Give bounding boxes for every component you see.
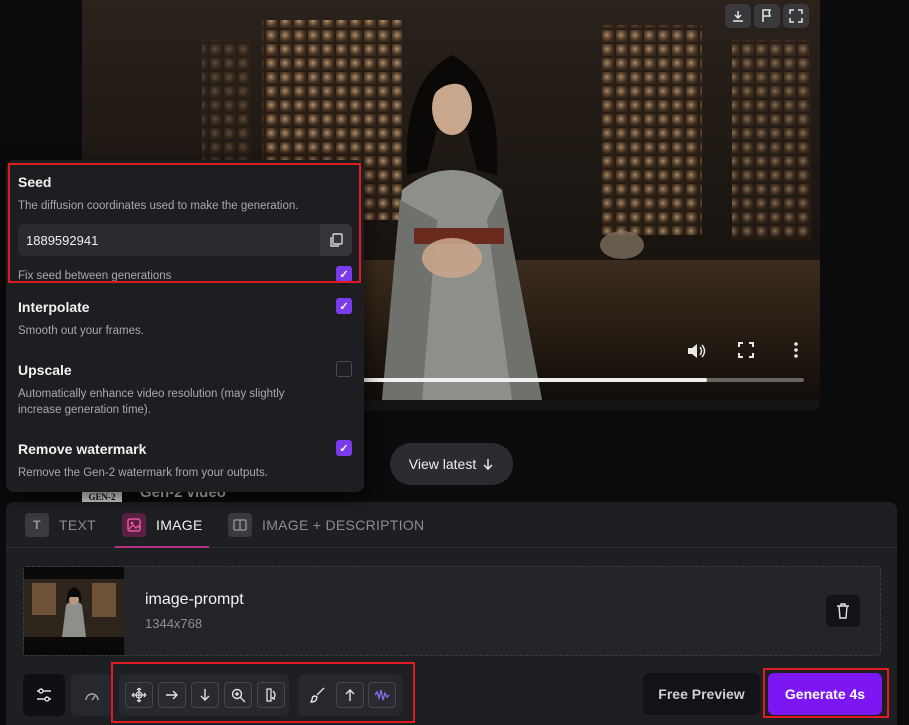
arrow-down-icon xyxy=(200,689,210,701)
volume-button[interactable] xyxy=(686,342,706,365)
upscale-description: Automatically enhance video resolution (… xyxy=(18,388,285,416)
watermark-checkbox[interactable]: ✓ xyxy=(336,440,352,456)
volume-icon xyxy=(688,344,706,358)
arrow-right-icon xyxy=(166,690,178,700)
image-prompt-card[interactable]: image-prompt 1344x768 xyxy=(23,566,881,656)
seed-description: The diffusion coordinates used to make t… xyxy=(18,200,299,212)
arrow-down-icon xyxy=(483,459,493,470)
arrow-up-icon xyxy=(345,689,355,701)
image-icon xyxy=(122,513,146,537)
tab-text[interactable]: T TEXT xyxy=(25,502,96,548)
zoom-in-icon xyxy=(231,688,245,702)
generation-panel: T TEXT IMAGE IMAGE + DESCRIPTION image-p… xyxy=(6,502,897,725)
tab-image-description-label: IMAGE + DESCRIPTION xyxy=(262,517,425,533)
sliders-icon xyxy=(37,688,51,702)
text-icon: T xyxy=(25,513,49,537)
expand-button[interactable] xyxy=(783,4,809,28)
rotate-icon xyxy=(266,688,276,702)
flag-icon xyxy=(762,9,772,22)
motion-brush-button[interactable] xyxy=(304,682,332,708)
pan-down-button[interactable] xyxy=(191,682,219,708)
view-latest-label: View latest xyxy=(408,456,477,472)
camera-tools-group xyxy=(119,674,289,716)
copy-seed-button[interactable] xyxy=(320,224,352,256)
camera-pan-button[interactable] xyxy=(125,682,153,708)
flag-button[interactable] xyxy=(754,4,780,28)
video-progress-fill xyxy=(362,378,707,382)
copy-icon xyxy=(330,233,343,247)
image-prompt-name: image-prompt xyxy=(145,591,244,608)
more-vertical-icon xyxy=(794,342,798,358)
interpolate-checkbox[interactable]: ✓ xyxy=(336,298,352,314)
settings-toggle-button[interactable] xyxy=(23,674,65,716)
watermark-description: Remove the Gen-2 watermark from your out… xyxy=(18,467,268,479)
free-preview-button[interactable]: Free Preview xyxy=(643,673,760,715)
active-tab-indicator xyxy=(115,546,209,548)
download-button[interactable] xyxy=(725,4,751,28)
pan-right-button[interactable] xyxy=(158,682,186,708)
gauge-icon xyxy=(85,693,99,701)
tab-image-label: IMAGE xyxy=(156,517,203,533)
zoom-in-button[interactable] xyxy=(224,682,252,708)
tab-image[interactable]: IMAGE xyxy=(122,502,203,548)
more-button[interactable] xyxy=(792,342,800,363)
generate-button[interactable]: Generate 4s xyxy=(768,673,882,715)
fix-seed-row: Fix seed between generations ✓ xyxy=(18,266,352,282)
trash-icon xyxy=(837,603,849,619)
fix-seed-label: Fix seed between generations xyxy=(18,270,172,282)
video-progress-bar[interactable] xyxy=(362,378,804,382)
upscale-title: Upscale xyxy=(18,362,72,378)
fullscreen-button[interactable] xyxy=(738,342,754,363)
interpolate-section: Interpolate ✓ Smooth out your frames. xyxy=(18,298,352,339)
fullscreen-icon xyxy=(738,342,754,358)
seed-section: Seed The diffusion coordinates used to m… xyxy=(18,174,352,282)
waveform-icon xyxy=(374,689,390,701)
view-latest-button[interactable]: View latest xyxy=(390,443,513,485)
expand-icon xyxy=(789,9,803,23)
fix-seed-checkbox[interactable]: ✓ xyxy=(336,266,352,282)
watermark-title: Remove watermark xyxy=(18,441,147,457)
generation-settings-popover: Seed The diffusion coordinates used to m… xyxy=(6,160,364,492)
rotate-button[interactable] xyxy=(257,682,285,708)
prompt-mode-tabs: T TEXT IMAGE IMAGE + DESCRIPTION xyxy=(6,502,897,548)
seed-input[interactable] xyxy=(18,224,320,256)
interpolate-description: Smooth out your frames. xyxy=(18,325,144,337)
waveform-button[interactable] xyxy=(368,682,396,708)
image-prompt-dimensions: 1344x768 xyxy=(145,616,203,631)
watermark-section: Remove watermark ✓ Remove the Gen-2 wate… xyxy=(18,440,352,481)
seed-input-row xyxy=(18,224,352,256)
image-text-icon xyxy=(228,513,252,537)
upscale-section: Upscale Automatically enhance video reso… xyxy=(18,361,352,418)
motion-speed-button[interactable] xyxy=(71,674,113,716)
brush-icon xyxy=(310,687,325,703)
motion-tools-group xyxy=(298,674,402,716)
move-up-button[interactable] xyxy=(336,682,364,708)
tab-text-label: TEXT xyxy=(59,517,96,533)
tab-image-description[interactable]: IMAGE + DESCRIPTION xyxy=(228,502,424,548)
image-prompt-thumbnail xyxy=(24,567,124,655)
interpolate-title: Interpolate xyxy=(18,299,90,315)
delete-image-button[interactable] xyxy=(826,595,860,627)
upscale-checkbox[interactable] xyxy=(336,361,352,377)
download-icon xyxy=(733,11,743,22)
camera-pan-icon xyxy=(131,687,147,703)
seed-title: Seed xyxy=(18,174,52,190)
